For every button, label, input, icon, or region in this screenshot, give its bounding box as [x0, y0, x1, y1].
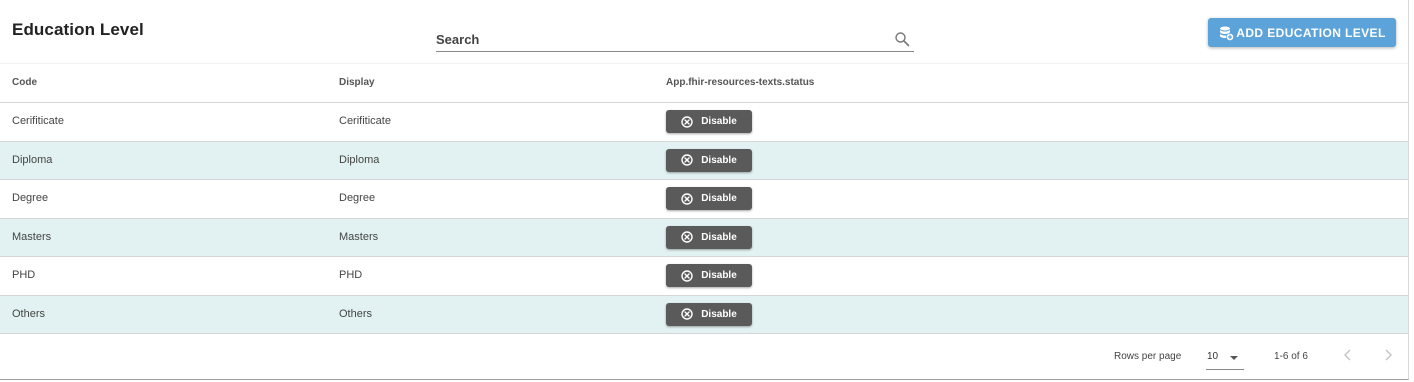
cell-code: Degree: [12, 192, 49, 204]
table-row[interactable]: Degree Degree Disable: [0, 180, 1408, 219]
cell-display: Degree: [339, 192, 376, 204]
cell-code: Cerifiticate: [12, 115, 64, 127]
disable-button-label: Disable: [701, 193, 737, 204]
column-header-display[interactable]: Display: [339, 77, 375, 88]
table-row[interactable]: PHD PHD Disable: [0, 257, 1408, 296]
cell-display: Diploma: [339, 153, 380, 166]
disable-button-label: Disable: [701, 308, 737, 320]
rows-per-page-select[interactable]: 10: [1206, 346, 1244, 370]
disable-button-label: Disable: [701, 231, 737, 243]
disable-button[interactable]: Disable: [666, 148, 752, 172]
table-row[interactable]: Masters Masters Disable: [0, 218, 1408, 257]
table-header-row: Code Display App.fhir-resources-texts.st…: [0, 63, 1408, 103]
chevron-right-icon[interactable]: [1381, 348, 1395, 362]
column-header-code[interactable]: Code: [12, 77, 37, 88]
search-icon[interactable]: [894, 31, 910, 47]
cell-display: Cerifiticate: [339, 115, 391, 127]
add-button-label: ADD EDUCATION LEVEL: [1236, 25, 1386, 40]
cell-code: Masters: [12, 230, 52, 243]
database-plus-icon: [1220, 26, 1234, 40]
disable-button[interactable]: Disable: [666, 110, 752, 133]
rows-per-page-value: 10: [1207, 351, 1219, 362]
circle-x-icon: [681, 308, 693, 320]
cell-display: PHD: [339, 269, 363, 281]
table-pagination: Rows per page 10 1-6 of 6: [0, 336, 1408, 376]
circle-x-icon: [681, 269, 693, 282]
cell-display: Others: [339, 307, 373, 320]
disable-button[interactable]: Disable: [666, 225, 752, 249]
disable-button-label: Disable: [701, 154, 737, 166]
disable-button[interactable]: Disable: [666, 264, 752, 287]
rows-per-page-label: Rows per page: [1114, 351, 1182, 362]
disable-button[interactable]: Disable: [666, 187, 752, 210]
cell-code: Diploma: [12, 153, 53, 166]
pagination-range: 1-6 of 6: [1274, 351, 1308, 362]
add-education-level-button[interactable]: ADD EDUCATION LEVEL: [1208, 18, 1396, 47]
search-field[interactable]: [436, 28, 914, 52]
disable-button[interactable]: Disable: [666, 302, 752, 326]
table-row[interactable]: Diploma Diploma Disable: [0, 141, 1408, 180]
table-row[interactable]: Others Others Disable: [0, 295, 1408, 334]
search-input[interactable]: [436, 28, 876, 50]
circle-x-icon: [681, 154, 693, 166]
cell-code: Others: [12, 307, 46, 320]
circle-x-icon: [681, 115, 693, 128]
education-level-card: Education Level ADD EDUCATION LEVEL Code…: [0, 0, 1409, 380]
circle-x-icon: [681, 192, 693, 205]
circle-x-icon: [681, 231, 693, 243]
column-header-status[interactable]: App.fhir-resources-texts.status: [666, 77, 814, 88]
chevron-left-icon[interactable]: [1341, 348, 1355, 362]
page-title: Education Level: [12, 20, 144, 39]
cell-code: PHD: [12, 269, 36, 281]
cell-display: Masters: [339, 230, 379, 243]
disable-button-label: Disable: [701, 270, 737, 281]
disable-button-label: Disable: [701, 116, 737, 127]
table-row[interactable]: Cerifiticate Cerifiticate Disable: [0, 103, 1408, 142]
caret-down-icon: [1230, 356, 1238, 360]
education-level-table: Code Display App.fhir-resources-texts.st…: [0, 63, 1408, 334]
